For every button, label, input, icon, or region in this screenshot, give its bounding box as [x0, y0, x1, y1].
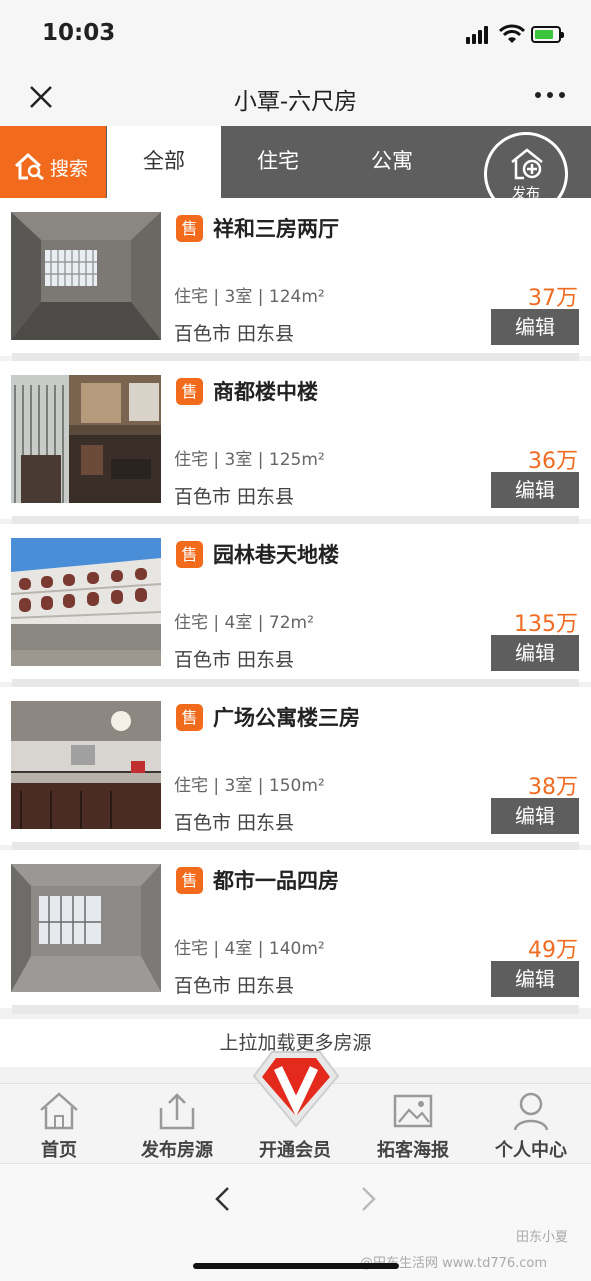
search-tab[interactable]: 搜索 — [0, 126, 106, 198]
listing-photo — [11, 212, 161, 340]
forward-icon[interactable] — [358, 1186, 378, 1212]
edit-button[interactable]: 编辑 — [491, 635, 579, 671]
edit-button[interactable]: 编辑 — [491, 961, 579, 997]
house-plus-icon — [511, 148, 543, 180]
listing-spec: 住宅 | 4室 | 140m² — [174, 939, 325, 959]
page-title: 小覃-六尺房 — [233, 89, 358, 115]
sale-badge: 售 — [176, 378, 203, 405]
image-icon — [393, 1094, 433, 1128]
listing-price: 37万 — [528, 286, 578, 311]
vip-badge-icon[interactable] — [252, 1050, 340, 1128]
divider — [12, 1005, 579, 1014]
nav-bar: 小覃-六尺房 — [0, 70, 591, 126]
listing-price: 36万 — [528, 449, 578, 474]
home-indicator — [193, 1263, 399, 1269]
share-upload-icon — [159, 1093, 195, 1130]
sale-badge: 售 — [176, 704, 203, 731]
tab-apartment[interactable]: 公寓 — [335, 126, 449, 198]
listing-title: 广场公寓楼三房 — [213, 706, 360, 730]
edit-button[interactable]: 编辑 — [491, 798, 579, 834]
listing-title: 商都楼中楼 — [213, 380, 318, 404]
tab-publish-listing[interactable]: 发布房源 — [118, 1084, 236, 1164]
listing-title: 都市一品四房 — [213, 869, 339, 893]
tab-all[interactable]: 全部 — [107, 126, 221, 198]
more-icon[interactable] — [535, 92, 567, 100]
home-icon — [40, 1092, 78, 1130]
status-time: 10:03 — [42, 20, 116, 46]
tab-home-label: 首页 — [41, 1140, 77, 1161]
tab-poster-label: 拓客海报 — [377, 1140, 449, 1161]
listing-location: 百色市 田东县 — [174, 975, 295, 997]
listing-photo — [11, 701, 161, 829]
listing-card[interactable]: 售 都市一品四房 住宅 | 4室 | 140m² 49万 百色市 田东县 编辑 — [0, 850, 591, 1014]
listing-price: 49万 — [528, 938, 578, 963]
tab-poster[interactable]: 拓客海报 — [354, 1084, 472, 1164]
listing-spec: 住宅 | 3室 | 124m² — [174, 287, 325, 307]
listing-photo — [11, 375, 161, 503]
edit-button[interactable]: 编辑 — [491, 309, 579, 345]
sale-badge: 售 — [176, 215, 203, 242]
listing-spec: 住宅 | 3室 | 150m² — [174, 776, 325, 796]
wifi-icon — [499, 24, 525, 43]
search-tab-label: 搜索 — [50, 158, 89, 180]
status-bar: 10:03 — [0, 0, 591, 70]
listing-price: 38万 — [528, 775, 578, 800]
listing-location: 百色市 田东县 — [174, 649, 295, 671]
listing-photo — [11, 864, 161, 992]
listing-photo — [11, 538, 161, 666]
tab-residential[interactable]: 住宅 — [221, 126, 335, 198]
tab-profile-label: 个人中心 — [495, 1140, 567, 1161]
tab-publish-label: 发布房源 — [141, 1140, 213, 1161]
sale-badge: 售 — [176, 867, 203, 894]
listing-title: 祥和三房两厅 — [213, 217, 339, 241]
cellular-signal-icon — [466, 26, 492, 44]
listing-title: 园林巷天地楼 — [213, 543, 339, 567]
listing-location: 百色市 田东县 — [174, 812, 295, 834]
tab-profile[interactable]: 个人中心 — [472, 1084, 590, 1164]
edit-button[interactable]: 编辑 — [491, 472, 579, 508]
battery-icon — [531, 26, 564, 43]
sale-badge: 售 — [176, 541, 203, 568]
listing-card[interactable]: 售 商都楼中楼 住宅 | 3室 | 125m² 36万 百色市 田东县 编辑 — [0, 361, 591, 525]
listing-card[interactable]: 售 园林巷天地楼 住宅 | 4室 | 72m² 135万 百色市 田东县 编辑 — [0, 524, 591, 688]
listing-spec: 住宅 | 4室 | 72m² — [174, 613, 314, 633]
user-icon — [513, 1092, 549, 1131]
listing-card[interactable]: 售 祥和三房两厅 住宅 | 3室 | 124m² 37万 百色市 田东县 编辑 — [0, 198, 591, 362]
listing-location: 百色市 田东县 — [174, 323, 295, 345]
house-search-icon — [14, 152, 44, 180]
watermark: 田东小夏 — [516, 1230, 569, 1245]
back-icon[interactable] — [213, 1186, 233, 1212]
listing-price: 135万 — [514, 612, 578, 637]
tab-home[interactable]: 首页 — [0, 1084, 118, 1164]
tab-vip-label: 开通会员 — [259, 1140, 331, 1161]
listing-location: 百色市 田东县 — [174, 486, 295, 508]
listing-spec: 住宅 | 3室 | 125m² — [174, 450, 325, 470]
listing-card[interactable]: 售 广场公寓楼三房 住宅 | 3室 | 150m² 38万 百色市 田东县 编辑 — [0, 687, 591, 851]
